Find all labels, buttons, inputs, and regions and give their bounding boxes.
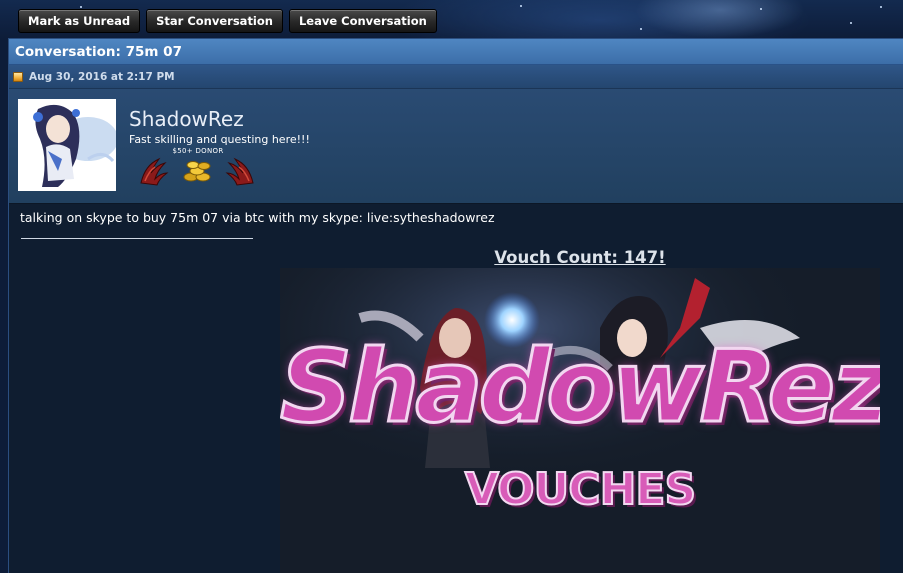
post-body: talking on skype to buy 75m 07 via btc w… bbox=[9, 204, 903, 573]
vouch-count-link[interactable]: Vouch Count: 147! bbox=[280, 248, 880, 267]
signature-divider bbox=[21, 238, 253, 239]
star-conversation-button[interactable]: Star Conversation bbox=[146, 9, 283, 33]
conversation-toolbar: Mark as Unread Star Conversation Leave C… bbox=[18, 9, 437, 33]
conversation-title: Conversation: 75m 07 bbox=[9, 39, 903, 65]
avatar-image bbox=[18, 99, 116, 191]
username[interactable]: ShadowRez bbox=[129, 107, 244, 131]
document-icon bbox=[13, 71, 23, 82]
avatar[interactable] bbox=[18, 99, 116, 191]
gold-coins-icon bbox=[183, 161, 211, 182]
claw-badge-icon bbox=[225, 157, 254, 186]
conversation-panel: Conversation: 75m 07 Aug 30, 2016 at 2:1… bbox=[8, 38, 903, 573]
user-title: Fast skilling and questing here!!! bbox=[129, 133, 310, 146]
banner-subtitle: VOUCHES bbox=[464, 463, 697, 516]
claw-badge-icon bbox=[140, 157, 169, 186]
user-info-block: ShadowRez Fast skilling and questing her… bbox=[9, 89, 903, 204]
user-badges: $50+ DONOR bbox=[137, 147, 257, 187]
vouches-banner[interactable]: ShadowRez VOUCHES bbox=[280, 268, 880, 573]
donor-label: $50+ DONOR bbox=[172, 147, 224, 155]
message-text: talking on skype to buy 75m 07 via btc w… bbox=[20, 210, 495, 225]
message-date-row: Aug 30, 2016 at 2:17 PM bbox=[9, 65, 903, 89]
message-date[interactable]: Aug 30, 2016 at 2:17 PM bbox=[29, 71, 175, 83]
mark-unread-button[interactable]: Mark as Unread bbox=[18, 9, 141, 33]
banner-title: ShadowRez bbox=[280, 327, 880, 447]
leave-conversation-button[interactable]: Leave Conversation bbox=[288, 9, 437, 33]
